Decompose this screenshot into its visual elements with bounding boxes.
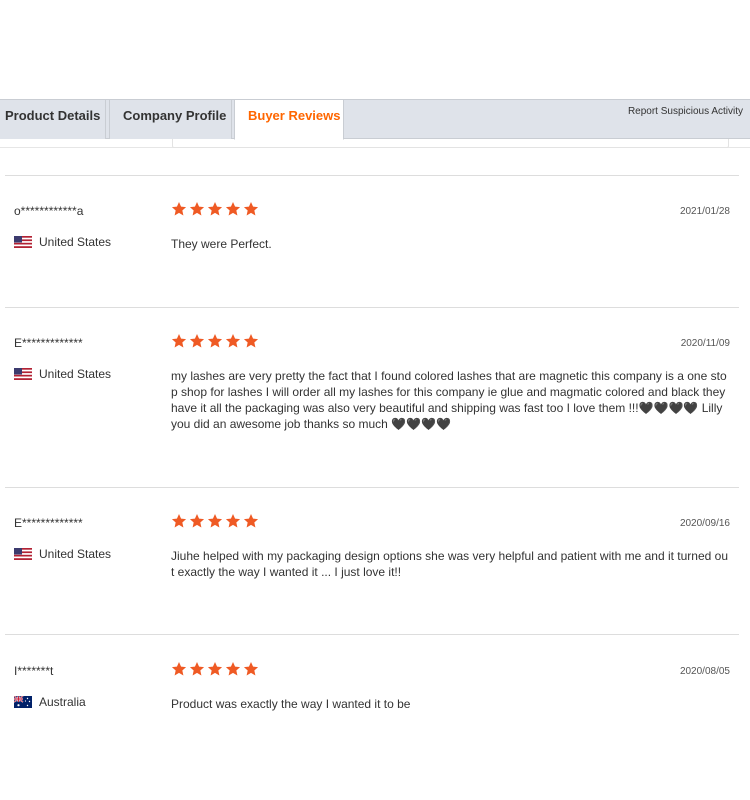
country-name: United States — [39, 547, 112, 561]
divider — [5, 307, 739, 308]
country-name: United States — [39, 367, 112, 381]
star-icon — [171, 202, 187, 216]
reviewer-country: United States — [14, 547, 111, 561]
star-icon — [243, 334, 259, 348]
star-icon — [225, 334, 241, 348]
country-name: United States — [39, 235, 112, 249]
star-icon — [171, 334, 187, 348]
star-icon — [225, 202, 241, 216]
star-icon — [207, 334, 223, 348]
review-date: 2020/08/05 — [679, 666, 730, 677]
au-flag-icon — [14, 696, 32, 708]
tab-product-details[interactable]: Product Details — [0, 99, 106, 139]
country-name: Australia — [39, 695, 86, 709]
star-icon — [189, 334, 205, 348]
star-rating — [171, 201, 261, 217]
star-icon — [171, 514, 187, 528]
divider — [5, 175, 739, 176]
review-date: 2020/09/16 — [679, 518, 730, 529]
star-rating — [171, 333, 261, 349]
star-icon — [189, 514, 205, 528]
reviewer-name: E************* — [14, 336, 83, 350]
divider — [5, 634, 739, 635]
us-flag-icon — [14, 548, 32, 560]
star-icon — [189, 202, 205, 216]
reviewer-name: o************a — [14, 204, 84, 218]
reviewer-country: United States — [14, 367, 111, 381]
star-icon — [243, 514, 259, 528]
star-icon — [243, 662, 259, 676]
reviewer-name: I*******t — [14, 664, 54, 678]
reviewer-name: E************* — [14, 516, 83, 530]
star-icon — [171, 662, 187, 676]
star-icon — [207, 514, 223, 528]
tab-buyer-reviews[interactable]: Buyer Reviews — [234, 99, 344, 140]
us-flag-icon — [14, 236, 32, 248]
filter-box-edge — [172, 139, 729, 148]
star-icon — [225, 514, 241, 528]
star-icon — [207, 662, 223, 676]
star-rating — [171, 661, 261, 677]
review-text: my lashes are very pretty the fact that … — [171, 369, 727, 431]
review-date: 2020/11/09 — [680, 338, 730, 349]
review-text: Product was exactly the way I wanted it … — [171, 697, 411, 711]
review-date: 2021/01/28 — [679, 206, 730, 217]
star-icon — [225, 662, 241, 676]
star-icon — [189, 662, 205, 676]
divider — [5, 487, 739, 488]
review-text: Jiuhe helped with my packaging design op… — [171, 549, 729, 579]
reviewer-country: Australia — [14, 695, 86, 709]
us-flag-icon — [14, 368, 32, 380]
review-text: They were Perfect. — [171, 237, 272, 251]
star-icon — [207, 202, 223, 216]
reviewer-country: United States — [14, 235, 111, 249]
tab-company-profile[interactable]: Company Profile — [109, 99, 232, 139]
page: Product Details Company Profile Buyer Re… — [0, 0, 750, 800]
report-suspicious-activity-link[interactable]: Report Suspicious Activity — [628, 106, 743, 117]
tab-bar: Product Details Company Profile Buyer Re… — [0, 99, 750, 140]
star-icon — [243, 202, 259, 216]
star-rating — [171, 513, 261, 529]
